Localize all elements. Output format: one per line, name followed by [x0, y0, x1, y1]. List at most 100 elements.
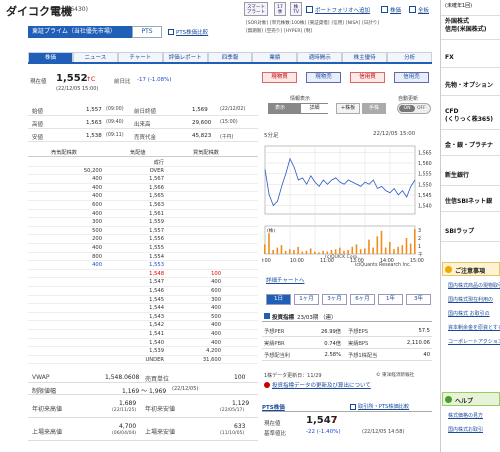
board-buy-qty[interactable]: 300	[211, 297, 221, 303]
portfolio-add-link[interactable]: ポートフォリオへ追加	[315, 6, 370, 14]
smart-alert-button[interactable]: スマートアラート	[244, 2, 268, 16]
indicator-label-2: 予想1株配当	[348, 353, 378, 359]
board-price[interactable]: 1,543	[149, 314, 164, 320]
board-price[interactable]: 1,546	[149, 288, 164, 294]
board-price[interactable]: 1,555	[149, 245, 164, 251]
tab-report[interactable]: 評価レポート	[162, 52, 208, 62]
display-toggle[interactable]: 表示 詳細	[268, 103, 328, 114]
board-buy-qty[interactable]: 400	[211, 322, 221, 328]
detail-chart-link[interactable]: 詳細チャートへ	[266, 276, 304, 284]
stock-tv-button[interactable]: 株TV	[290, 2, 302, 16]
board-sell-qty[interactable]: 800	[92, 254, 102, 260]
sidebar-menu-item[interactable]: FX	[445, 54, 454, 62]
sidebar-menu-item[interactable]: 住信SBIネット銀	[445, 198, 492, 206]
pts-compare-link-2[interactable]: 取引所・PTS株価比較	[358, 403, 409, 410]
notice-link[interactable]: 国内株式現在利用の	[448, 296, 493, 303]
tab-benefits[interactable]: 株主優待	[342, 52, 388, 62]
tab-disclosure[interactable]: 適時開示	[297, 52, 343, 62]
sidebar-menu-item[interactable]: 外国株式 信用(米国株式)	[445, 18, 487, 34]
board-buy-qty[interactable]: 31,600	[203, 357, 221, 363]
board-buy-qty[interactable]: 400	[211, 279, 221, 285]
tab-news[interactable]: ニュース	[72, 52, 118, 62]
board-price[interactable]: 1,556	[149, 236, 164, 242]
board-sell-qty[interactable]: 400	[92, 262, 102, 268]
board-price[interactable]: OVER	[150, 168, 164, 174]
pts-compare-link[interactable]: PTS株価比較	[176, 28, 208, 36]
notice-link[interactable]: 国内株式 お取引の	[448, 310, 490, 317]
board-minus-button[interactable]: 手株	[362, 103, 386, 114]
board-sell-qty[interactable]: 600	[92, 202, 102, 208]
margin-buy-button[interactable]: 信用買	[350, 72, 385, 83]
period-3m[interactable]: 3ヶ月	[322, 294, 347, 305]
tab-price[interactable]: 株価	[28, 52, 73, 62]
auto-update-toggle[interactable]: ON OFF	[397, 103, 431, 114]
board-buy-qty[interactable]: 400	[211, 331, 221, 337]
period-6m[interactable]: 6ヶ月	[350, 294, 375, 305]
board-price[interactable]: 1,541	[149, 331, 164, 337]
board-sell-qty[interactable]: 400	[92, 193, 102, 199]
board-sell-qty[interactable]: 500	[92, 228, 102, 234]
tab-chart[interactable]: チャート	[117, 52, 163, 62]
board-buy-qty[interactable]: 600	[211, 288, 221, 294]
board-price[interactable]: 1,542	[149, 322, 164, 328]
board-price[interactable]: 1,559	[149, 219, 164, 225]
notice-link[interactable]: 国内株式商品の現物取引の	[448, 282, 500, 289]
cash-buy-button[interactable]: 現物買	[262, 72, 297, 83]
board-price[interactable]: 1,563	[149, 202, 164, 208]
board-sell-qty[interactable]: 300	[92, 219, 102, 225]
help-link-2[interactable]: 国内株式お取引	[448, 426, 483, 433]
margin-sell-button[interactable]: 信用売	[394, 72, 429, 83]
board-price[interactable]: 1,545	[149, 297, 164, 303]
tab-analysis[interactable]: 分析	[387, 52, 433, 62]
sidebar-menu-item[interactable]: 金・銀・プラチナ	[445, 142, 493, 150]
board-sell-qty[interactable]: 400	[92, 185, 102, 191]
board-price[interactable]: 1,539	[149, 348, 164, 354]
board-buy-qty[interactable]: 500	[211, 314, 221, 320]
board-price[interactable]: 1,565	[149, 193, 164, 199]
full-board-link[interactable]: 全板	[418, 6, 429, 14]
board-price[interactable]: 1,553	[149, 262, 164, 268]
market-selector[interactable]: 東証プライム（当社優先市場）	[28, 26, 132, 38]
pts-tab[interactable]: PTS	[132, 26, 162, 38]
sidebar-menu-item[interactable]: (未確年1回)	[445, 2, 472, 10]
notice-link[interactable]: 資本剰余金を原資とする当	[448, 324, 500, 331]
cash-sell-button[interactable]: 現物売	[306, 72, 341, 83]
board-sell-qty[interactable]: 50,200	[84, 168, 102, 174]
board-price[interactable]: 1,567	[149, 176, 164, 182]
notice-link[interactable]: コーポレートアクション	[448, 338, 500, 345]
indicator-calc-link[interactable]: 投資指標データの更新及び算出について	[272, 381, 371, 389]
sidebar-menu-item[interactable]: SBIラップ	[445, 228, 474, 236]
board-price[interactable]: 成行	[154, 159, 164, 166]
period-1y[interactable]: 1年	[378, 294, 403, 305]
sidebar-menu-item[interactable]: 新生銀行	[445, 172, 469, 180]
period-1d[interactable]: 1日	[266, 294, 291, 305]
period-3y[interactable]: 3年	[406, 294, 431, 305]
help-link-1[interactable]: 株式価格の見方	[448, 412, 483, 419]
board-buy-qty[interactable]: 4,200	[206, 348, 221, 354]
board-price[interactable]: 1,561	[149, 211, 164, 217]
board-price[interactable]: 1,544	[149, 305, 164, 311]
sidebar-menu-item[interactable]: 先物・オプション	[445, 82, 493, 90]
board-buy-qty[interactable]: 400	[211, 305, 221, 311]
tab-shikiho[interactable]: 四季報	[207, 52, 253, 62]
price-link[interactable]: 株価	[390, 6, 401, 14]
board-buy-qty[interactable]: 400	[211, 340, 221, 346]
board-price[interactable]: 1,554	[149, 254, 164, 260]
board-price[interactable]: 1,548	[149, 271, 164, 277]
board-price[interactable]: 1,540	[149, 340, 164, 346]
period-1m[interactable]: 1ヶ月	[294, 294, 319, 305]
board-sell-qty[interactable]: 400	[92, 245, 102, 251]
board-price[interactable]: 1,566	[149, 185, 164, 191]
board-price[interactable]: 1,547	[149, 279, 164, 285]
sidebar-menu-item[interactable]: CFD (くりっく株365)	[445, 108, 493, 124]
pts-title[interactable]: PTS株価	[262, 403, 285, 411]
board-plus-button[interactable]: +株板	[336, 103, 360, 114]
shikiho-button[interactable]: 17季	[274, 2, 286, 16]
board-sell-qty[interactable]: 400	[92, 211, 102, 217]
board-buy-qty[interactable]: 100	[211, 271, 221, 277]
board-sell-qty[interactable]: 200	[92, 236, 102, 242]
board-price[interactable]: 1,557	[149, 228, 164, 234]
board-price[interactable]: UNDER	[145, 357, 164, 363]
board-sell-qty[interactable]: 400	[92, 176, 102, 182]
tab-results[interactable]: 業績	[252, 52, 298, 62]
